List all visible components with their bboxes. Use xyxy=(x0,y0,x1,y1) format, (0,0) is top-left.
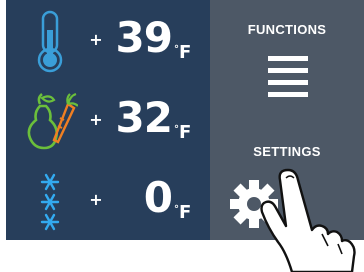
freezer-sign: + xyxy=(89,190,103,209)
freezer-temperature-row[interactable]: + 0 °F xyxy=(6,160,210,240)
temperature-panel: + 39 °F + 32 °F + 0 °F xyxy=(6,0,210,240)
produce-sign: + xyxy=(89,110,103,129)
produce-temperature-unit: °F xyxy=(174,122,192,143)
fridge-sign: + xyxy=(89,30,103,49)
settings-label: SETTINGS xyxy=(253,144,321,159)
freezer-temperature-value: 0 xyxy=(143,173,173,222)
pear-carrot-icon xyxy=(27,92,78,150)
produce-temperature-value: 32 xyxy=(115,93,173,142)
snowflake-icon xyxy=(40,173,60,231)
thermometer-icon xyxy=(37,10,63,73)
fridge-temperature-unit: °F xyxy=(174,42,192,63)
hamburger-menu-icon xyxy=(268,56,308,98)
functions-button[interactable]: FUNCTIONS xyxy=(210,10,364,110)
fridge-temperature-row[interactable]: + 39 °F xyxy=(6,0,210,80)
functions-label: FUNCTIONS xyxy=(247,22,327,37)
freezer-temperature-unit: °F xyxy=(174,202,192,223)
fridge-temperature-value: 39 xyxy=(115,13,173,62)
produce-temperature-row[interactable]: + 32 °F xyxy=(6,80,210,160)
pointing-hand-icon xyxy=(260,168,356,272)
